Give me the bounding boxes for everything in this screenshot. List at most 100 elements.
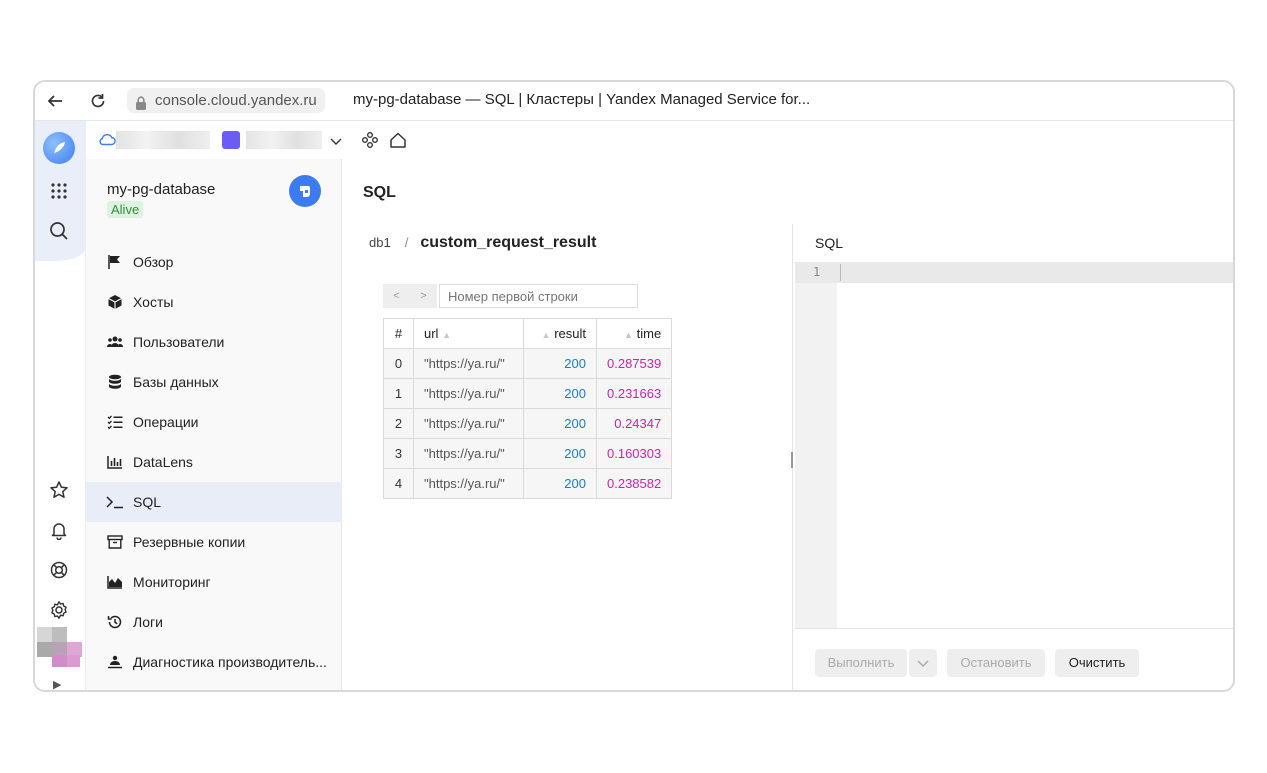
cell-url: "https://ya.ru/" <box>413 468 524 499</box>
sidebar-item-backups[interactable]: Резервные копии <box>86 522 342 562</box>
sidebar-item-label: Обзор <box>133 254 174 270</box>
table-header-row: # url ▲ ▲ result ▲ time <box>383 318 673 349</box>
avatar[interactable] <box>37 627 82 667</box>
gear-icon[interactable] <box>46 597 72 623</box>
table-row: 0 "https://ya.ru/" 200 0.287539 <box>383 348 673 379</box>
browser-toolbar: console.cloud.yandex.ru my-pg-database —… <box>35 82 1233 121</box>
cell-url: "https://ya.ru/" <box>413 378 524 409</box>
cell-result: 200 <box>523 408 597 439</box>
star-icon[interactable] <box>46 477 72 503</box>
address-bar[interactable]: console.cloud.yandex.ru <box>127 88 325 113</box>
sql-editor[interactable]: 1 <box>795 262 1233 628</box>
text-cursor <box>840 264 841 281</box>
status-badge: Alive <box>107 201 144 218</box>
list-check-icon <box>106 413 124 431</box>
services-icon[interactable] <box>361 131 379 154</box>
column-header-label: result <box>554 326 586 341</box>
breadcrumb: db1 / custom_request_result <box>369 234 596 252</box>
clear-button[interactable]: Очистить <box>1055 649 1139 677</box>
run-options-button[interactable] <box>909 649 937 677</box>
resize-handle[interactable] <box>791 452 793 468</box>
table-row: 3 "https://ya.ru/" 200 0.160303 <box>383 438 673 469</box>
cell-time: 0.238582 <box>595 468 673 499</box>
browser-window: console.cloud.yandex.ru my-pg-database —… <box>33 80 1235 692</box>
diagnostics-icon <box>106 653 124 671</box>
sidebar-item-label: Базы данных <box>133 374 219 390</box>
column-header-url[interactable]: url ▲ <box>413 318 524 349</box>
sidebar-item-logs[interactable]: Логи <box>86 602 342 642</box>
pagination: < > <box>383 284 638 308</box>
editor-actions: Выполнить Остановить Очистить <box>795 628 1233 690</box>
chevron-down-icon[interactable] <box>330 133 342 151</box>
context-selector-bar <box>86 121 1233 159</box>
archive-icon <box>106 533 124 551</box>
apps-grid-icon[interactable] <box>46 178 72 204</box>
line-gutter <box>795 262 837 628</box>
service-sidebar: my-pg-database Alive Обзор Хосты Пользов… <box>86 159 342 690</box>
table-row: 1 "https://ya.ru/" 200 0.231663 <box>383 378 673 409</box>
cloud-name-redacted[interactable] <box>116 131 210 149</box>
postgresql-service-icon <box>289 175 321 207</box>
home-icon[interactable] <box>389 131 407 154</box>
area-chart-icon <box>106 573 124 591</box>
column-header-time[interactable]: ▲ time <box>595 318 673 349</box>
breadcrumb-separator: / <box>404 235 409 250</box>
sidebar-item-datalens[interactable]: DataLens <box>86 442 342 482</box>
column-header-label: time <box>636 326 662 341</box>
cell-index: 1 <box>383 378 414 409</box>
sidebar-item-label: Мониторинг <box>133 574 211 590</box>
run-button[interactable]: Выполнить <box>815 649 907 677</box>
cell-index: 3 <box>383 438 414 469</box>
column-header-result[interactable]: ▲ result <box>523 318 597 349</box>
first-row-input[interactable] <box>439 284 638 308</box>
users-icon <box>106 333 124 351</box>
cloud-icon <box>98 132 116 151</box>
expand-rail-icon[interactable]: ▶ <box>53 678 61 690</box>
folder-name-redacted[interactable] <box>246 131 322 149</box>
active-line-highlight <box>795 262 1233 283</box>
sidebar-item-label: Хосты <box>133 294 174 310</box>
lock-icon <box>135 93 147 118</box>
sidebar-item-databases[interactable]: Базы данных <box>86 362 342 402</box>
bell-icon[interactable] <box>46 517 72 543</box>
cluster-name: my-pg-database <box>107 181 216 198</box>
cell-index: 2 <box>383 408 414 439</box>
sidebar-item-label: Логи <box>133 614 163 630</box>
cell-time: 0.287539 <box>595 348 673 379</box>
terminal-icon <box>106 493 124 511</box>
cell-index: 0 <box>383 348 414 379</box>
sidebar-item-overview[interactable]: Обзор <box>86 242 342 282</box>
sidebar-item-users[interactable]: Пользователи <box>86 322 342 362</box>
support-lifebuoy-icon[interactable] <box>46 557 72 583</box>
prev-page-button[interactable]: < <box>383 284 410 308</box>
search-icon[interactable] <box>46 218 72 244</box>
sidebar-item-diagnostics[interactable]: Диагностика производитель... <box>86 642 342 682</box>
cell-url: "https://ya.ru/" <box>413 408 524 439</box>
stop-button[interactable]: Остановить <box>947 649 1045 677</box>
sidebar-item-operations[interactable]: Операции <box>86 402 342 442</box>
next-page-button[interactable]: > <box>410 284 437 308</box>
global-nav-rail: ▶ <box>35 121 86 690</box>
back-arrow-icon[interactable] <box>45 91 65 111</box>
cell-url: "https://ya.ru/" <box>413 348 524 379</box>
sidebar-item-hosts[interactable]: Хосты <box>86 282 342 322</box>
sidebar-item-sql[interactable]: SQL <box>86 482 342 522</box>
table-row: 4 "https://ya.ru/" 200 0.238582 <box>383 468 673 499</box>
chevron-down-icon <box>917 660 929 667</box>
table-row: 2 "https://ya.ru/" 200 0.24347 <box>383 408 673 439</box>
sort-arrow-icon: ▲ <box>541 330 551 340</box>
result-table: # url ▲ ▲ result ▲ time 0 "https://ya.ru… <box>383 318 673 499</box>
cloud-logo-icon[interactable] <box>43 132 75 164</box>
sidebar-item-monitoring[interactable]: Мониторинг <box>86 562 342 602</box>
column-header-index: # <box>383 318 414 349</box>
tab-title: my-pg-database — SQL | Кластеры | Yandex… <box>353 91 811 108</box>
history-icon <box>106 613 124 631</box>
reload-icon[interactable] <box>88 91 108 111</box>
sort-arrow-icon: ▲ <box>624 330 634 340</box>
cell-time: 0.24347 <box>595 408 673 439</box>
breadcrumb-db[interactable]: db1 <box>369 235 391 250</box>
cube-icon <box>106 293 124 311</box>
cell-url: "https://ya.ru/" <box>413 438 524 469</box>
sidebar-item-label: SQL <box>133 494 162 510</box>
column-header-label: url <box>424 326 439 341</box>
